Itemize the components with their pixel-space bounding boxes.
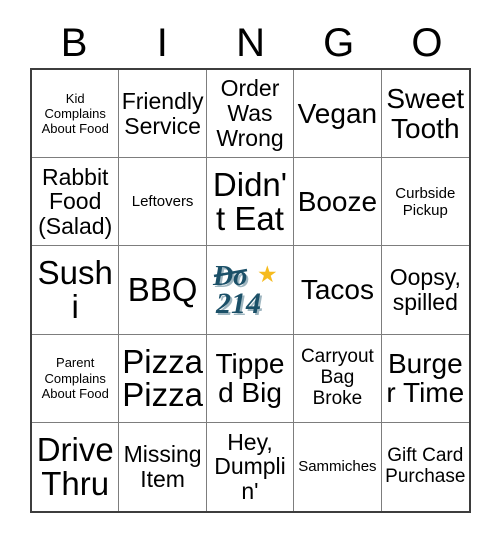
bingo-cell[interactable]: Burger Time [381, 334, 469, 423]
bingo-cell[interactable]: Order Was Wrong [206, 70, 295, 159]
bingo-cell[interactable]: Hey, Dumplin' [206, 422, 295, 511]
bingo-cell-label: Burger Time [386, 348, 465, 409]
bingo-cell-label: Tacos [300, 274, 374, 306]
bingo-free-space-cell[interactable]: Do Do ★ 214 214 [206, 246, 295, 335]
bingo-header: B I N G O [30, 18, 471, 68]
bingo-cell-label: Sushi [37, 254, 113, 325]
bingo-cell-label: Hey, Dumplin' [214, 428, 286, 505]
bingo-cell-label: Kid Complains About Food [41, 90, 109, 137]
bingo-cell[interactable]: Drive Thru [32, 422, 120, 511]
bingo-cell-label: Curbside Pickup [395, 184, 456, 219]
bingo-cell-label: Vegan [297, 98, 378, 130]
bingo-cell-label: BBQ [127, 271, 198, 309]
bingo-cell[interactable]: Booze [294, 158, 382, 247]
bingo-cell[interactable]: Sammiches [294, 422, 382, 511]
bingo-letter-b: B [60, 21, 88, 65]
bingo-cell[interactable]: Oopsy, spilled [381, 246, 469, 335]
bingo-cell[interactable]: Sushi [32, 246, 120, 335]
bingo-cell-label: Tipped Big [215, 348, 285, 409]
bingo-letter-o: O [411, 21, 443, 65]
bingo-grid: Kid Complains About Food Friendly Service… [30, 68, 471, 513]
bingo-cell[interactable]: Tipped Big [206, 334, 295, 423]
bingo-cell[interactable]: Tacos [294, 246, 382, 335]
bingo-cell[interactable]: Pizza Pizza [119, 334, 207, 423]
bingo-cell[interactable]: Vegan [294, 70, 382, 159]
bingo-cell[interactable]: Carryout Bag Broke [294, 334, 382, 423]
bingo-cell-label: Carryout Bag Broke [300, 345, 374, 409]
bingo-cell[interactable]: Kid Complains About Food [32, 70, 120, 159]
svg-text:214: 214 [215, 287, 261, 320]
bingo-card: B I N G O Kid Complains About Food Friend… [0, 0, 500, 544]
do-214-logo-icon: Do Do ★ 214 214 [211, 259, 289, 321]
bingo-cell-label: Drive Thru [36, 431, 114, 502]
bingo-cell-label: Friendly Service [121, 87, 204, 139]
bingo-cell-label: Pizza Pizza [122, 342, 203, 414]
svg-text:★: ★ [257, 261, 278, 287]
bingo-cell-label: Didn't Eat [212, 166, 288, 237]
bingo-cell[interactable]: Curbside Pickup [381, 158, 469, 247]
bingo-cell[interactable]: Sweet Tooth [381, 70, 469, 159]
bingo-cell-label: Sammiches [298, 458, 377, 476]
bingo-cell[interactable]: Didn't Eat [206, 158, 295, 247]
bingo-cell-label: Booze [297, 186, 378, 218]
bingo-cell[interactable]: Gift Card Purchase [381, 422, 469, 511]
bingo-cell[interactable]: Leftovers [119, 158, 207, 247]
bingo-cell-label: Gift Card Purchase [385, 445, 466, 487]
bingo-cell-label: Missing Item [123, 441, 202, 492]
bingo-cell[interactable]: Rabbit Food (Salad) [32, 158, 120, 247]
bingo-cell-label: Rabbit Food (Salad) [38, 163, 113, 240]
bingo-cell-label: Parent Complains About Food [41, 355, 109, 401]
bingo-cell[interactable]: BBQ [119, 246, 207, 335]
bingo-letter-n: N [236, 21, 265, 65]
bingo-cell-label: Order Was Wrong [216, 75, 284, 151]
bingo-letter-i: I [156, 21, 168, 65]
bingo-cell-label: Sweet Tooth [386, 83, 465, 144]
bingo-cell[interactable]: Missing Item [119, 422, 207, 511]
bingo-cell-label: Leftovers [131, 193, 194, 211]
bingo-cell-label: Oopsy, spilled [389, 264, 461, 315]
bingo-cell[interactable]: Parent Complains About Food [32, 334, 120, 423]
bingo-letter-g: G [323, 21, 355, 65]
bingo-cell[interactable]: Friendly Service [119, 70, 207, 159]
